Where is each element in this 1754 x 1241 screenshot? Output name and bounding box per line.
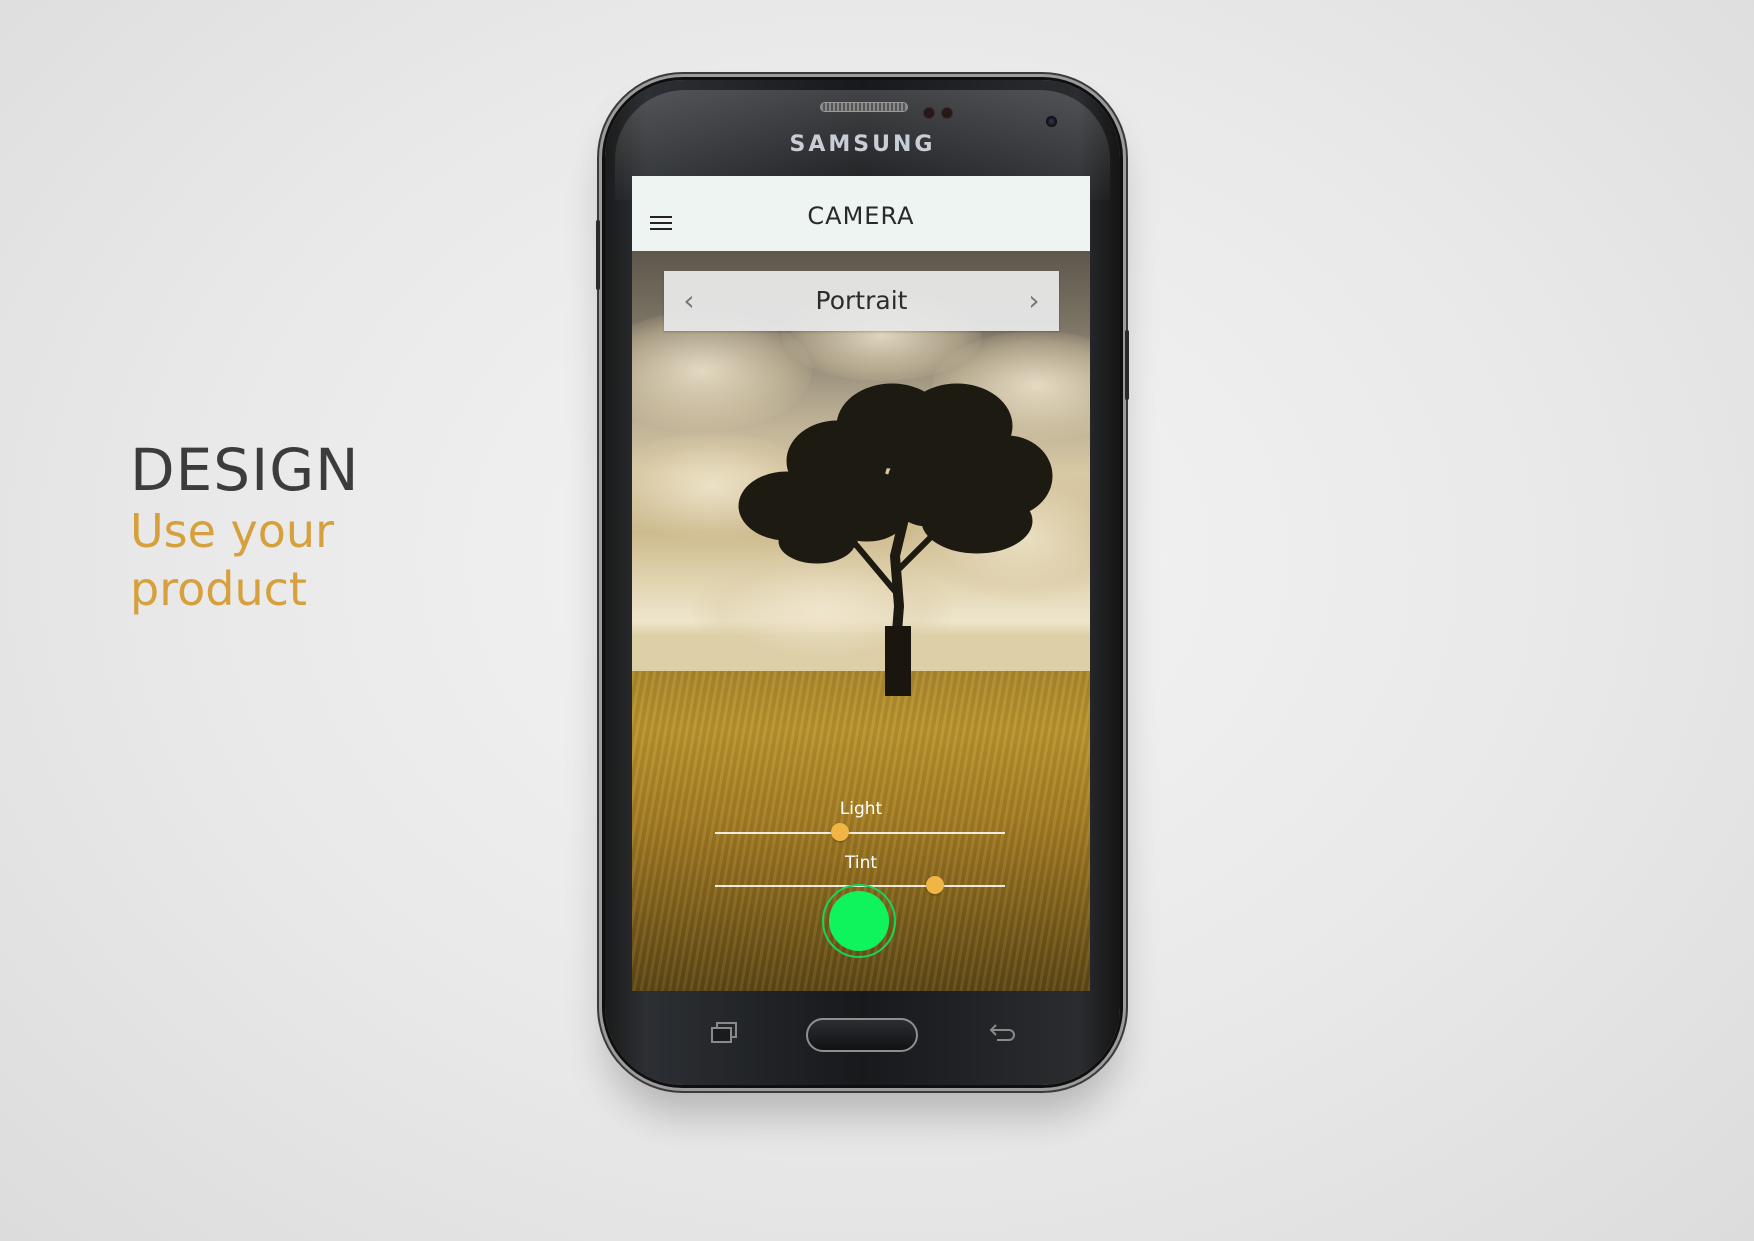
earpiece-speaker [820,102,908,112]
mode-selector: ‹ Portrait › [664,271,1059,331]
recent-apps-icon[interactable] [710,1022,738,1044]
phone-brand-logo: SAMSUNG [789,132,936,157]
caption: DESIGN Use your product [130,438,370,618]
light-slider-label: Light [839,799,883,819]
chevron-right-icon[interactable]: › [1019,283,1049,319]
mode-label: Portrait [815,286,908,315]
back-icon[interactable] [987,1022,1017,1044]
home-button[interactable] [806,1018,918,1052]
front-camera-icon [1045,115,1058,128]
proximity-sensor [923,107,935,119]
caption-subline: Use your product [130,504,334,616]
light-slider-knob[interactable] [830,823,849,841]
shutter-button[interactable] [822,884,896,958]
tint-slider-label: Tint [844,853,878,873]
light-sensor [941,107,953,119]
phone-mockup: SAMSUNG ‹ Portrait › Light Tint CAMERA [596,80,1129,1085]
tree-image [738,383,1053,696]
power-button [1125,330,1129,400]
light-slider[interactable] [715,823,1005,841]
caption-headline: DESIGN [130,436,360,504]
volume-button [596,220,600,290]
app-title: CAMERA [807,202,915,230]
phone-screen: ‹ Portrait › Light Tint CAMERA [632,176,1090,991]
shutter-fill [829,891,889,951]
app-bar: CAMERA [632,176,1090,251]
camera-viewfinder[interactable]: ‹ Portrait › Light Tint [632,251,1090,991]
